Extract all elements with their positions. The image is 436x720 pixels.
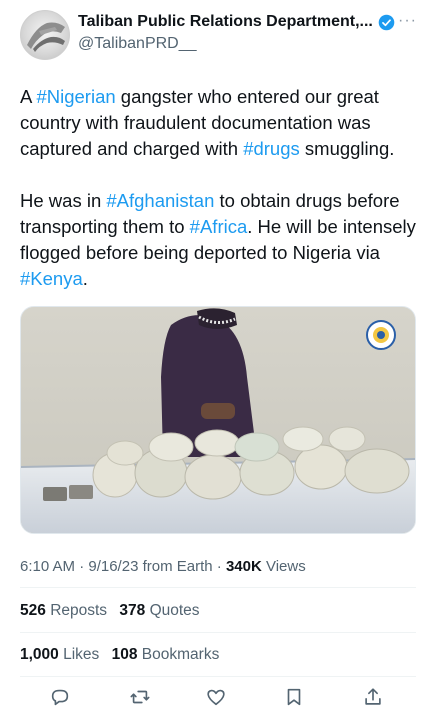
quotes-count: 378 bbox=[119, 602, 146, 619]
hashtag-link[interactable]: #Kenya bbox=[20, 268, 83, 289]
bookmarks-label: Bookmarks bbox=[141, 646, 220, 663]
reposts-label: Reposts bbox=[50, 602, 108, 619]
like-bookmark-stats: 1,000 Likes 108 Bookmarks bbox=[20, 646, 219, 664]
reply-button[interactable] bbox=[49, 686, 75, 712]
name-row: Taliban Public Relations Department,... bbox=[78, 13, 395, 31]
handle[interactable]: @TalibanPRD__ bbox=[78, 35, 197, 53]
tweet-text: A #Nigerian gangster who entered our gre… bbox=[20, 84, 420, 292]
quotes-stat[interactable]: 378 Quotes bbox=[119, 602, 199, 619]
tweet-text-segment: He was in bbox=[20, 190, 107, 211]
repost-quote-stats: 526 Reposts 378 Quotes bbox=[20, 602, 200, 620]
divider bbox=[20, 676, 416, 677]
tweet-text-segment: smuggling. bbox=[299, 138, 395, 159]
hashtag-link[interactable]: #Africa bbox=[190, 216, 248, 237]
bookmark-icon bbox=[287, 688, 301, 706]
like-icon bbox=[207, 689, 225, 706]
share-button[interactable] bbox=[362, 686, 388, 712]
reposts-count: 526 bbox=[20, 602, 46, 619]
tweet-header: Taliban Public Relations Department,... … bbox=[0, 0, 436, 70]
quotes-label: Quotes bbox=[149, 602, 200, 619]
bookmarks-count: 108 bbox=[111, 646, 138, 663]
tweet-meta: 6:10 AM · 9/16/23 from Earth · 340K View… bbox=[20, 558, 306, 575]
tweet-paragraph-1: A #Nigerian gangster who entered our gre… bbox=[20, 84, 420, 162]
likes-label: Likes bbox=[63, 646, 100, 663]
hashtag-link[interactable]: #drugs bbox=[243, 138, 300, 159]
tweet-text-segment: A bbox=[20, 86, 37, 107]
repost-button[interactable] bbox=[129, 686, 155, 712]
tweet-text-segment: . bbox=[82, 268, 88, 289]
hashtag-link[interactable]: #Nigerian bbox=[36, 86, 115, 107]
timestamp-text[interactable]: 6:10 AM · 9/16/23 from Earth · bbox=[20, 558, 226, 575]
verified-badge-icon bbox=[378, 14, 395, 30]
likes-stat[interactable]: 1,000 Likes bbox=[20, 646, 99, 663]
views-count: 340K bbox=[225, 558, 262, 575]
bookmarks-stat[interactable]: 108 Bookmarks bbox=[112, 646, 220, 663]
like-button[interactable] bbox=[205, 686, 231, 712]
display-name[interactable]: Taliban Public Relations Department,... bbox=[78, 13, 373, 31]
hashtag-link[interactable]: #Afghanistan bbox=[106, 190, 214, 211]
avatar[interactable] bbox=[20, 10, 70, 60]
reply-icon bbox=[51, 689, 69, 706]
repost-icon bbox=[130, 690, 150, 704]
more-icon[interactable]: ··· bbox=[398, 12, 417, 30]
action-bar bbox=[0, 684, 436, 720]
tweet-paragraph-2: He was in #Afghanistan to obtain drugs b… bbox=[20, 188, 420, 292]
reposts-stat[interactable]: 526 Reposts bbox=[20, 602, 107, 619]
share-icon bbox=[365, 688, 381, 705]
likes-count: 1,000 bbox=[20, 646, 59, 663]
divider bbox=[20, 587, 416, 588]
tweet-photo[interactable] bbox=[20, 306, 416, 534]
bookmark-button[interactable] bbox=[283, 686, 309, 712]
views-label: Views bbox=[261, 558, 306, 575]
divider bbox=[20, 632, 416, 633]
